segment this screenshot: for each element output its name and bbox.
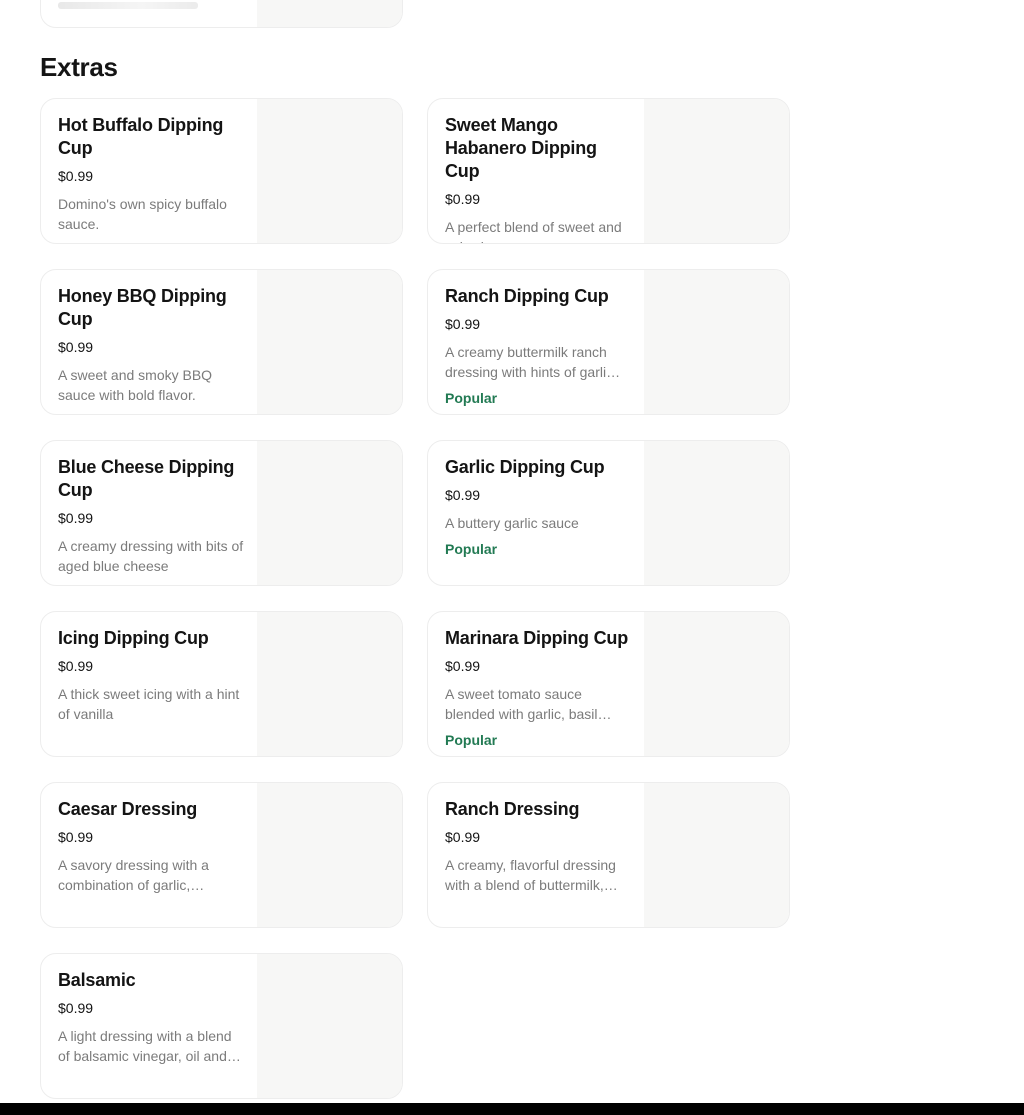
item-description: A savory dressing with a combination of …: [58, 855, 245, 895]
item-description: A creamy dressing with bits of aged blue…: [58, 536, 245, 576]
item-image-placeholder: [257, 0, 402, 27]
section-title: Extras: [40, 52, 790, 82]
menu-item-card[interactable]: Ranch Dressing $0.99 A creamy, flavorful…: [427, 782, 790, 928]
item-image-placeholder: [644, 612, 789, 756]
menu-item-card[interactable]: Garlic Dipping Cup $0.99 A buttery garli…: [427, 440, 790, 586]
item-text-area: Garlic Dipping Cup $0.99 A buttery garli…: [428, 441, 644, 585]
item-name: Honey BBQ Dipping Cup: [58, 285, 245, 331]
item-image-placeholder: [644, 441, 789, 585]
menu-item-card[interactable]: Caesar Dressing $0.99 A savory dressing …: [40, 782, 403, 928]
item-price: $0.99: [58, 828, 245, 846]
menu-item-card[interactable]: Ranch Dipping Cup $0.99 A creamy butterm…: [427, 269, 790, 415]
item-text-area: Ranch Dressing $0.99 A creamy, flavorful…: [428, 783, 644, 927]
item-image-placeholder: [644, 270, 789, 414]
footer-bar: [0, 1103, 1024, 1115]
menu-item-card[interactable]: Icing Dipping Cup $0.99 A thick sweet ic…: [40, 611, 403, 757]
menu-item-card[interactable]: Marinara Dipping Cup $0.99 A sweet tomat…: [427, 611, 790, 757]
item-name: Hot Buffalo Dipping Cup: [58, 114, 245, 160]
item-name: Caesar Dressing: [58, 798, 245, 821]
menu-item-card[interactable]: Honey BBQ Dipping Cup $0.99 A sweet and …: [40, 269, 403, 415]
item-price: $0.99: [58, 167, 245, 185]
item-text-area: Honey BBQ Dipping Cup $0.99 A sweet and …: [41, 270, 257, 414]
item-text-area: Caesar Dressing $0.99 A savory dressing …: [41, 783, 257, 927]
item-text-area: Sweet Mango Habanero Dipping Cup $0.99 A…: [428, 99, 644, 243]
item-text-area: Hot Buffalo Dipping Cup $0.99 Domino's o…: [41, 99, 257, 243]
item-name: Balsamic: [58, 969, 245, 992]
item-description: A buttery garlic sauce: [445, 513, 632, 533]
item-image-placeholder: [257, 441, 402, 585]
item-image-placeholder: [644, 783, 789, 927]
item-description: A creamy, flavorful dressing with a blen…: [445, 855, 632, 895]
item-image-placeholder: [257, 783, 402, 927]
menu-item-card[interactable]: Blue Cheese Dipping Cup $0.99 A creamy d…: [40, 440, 403, 586]
item-description: A sweet and smoky BBQ sauce with bold fl…: [58, 365, 245, 405]
clipped-previous-card[interactable]: [40, 0, 403, 28]
item-price: $0.99: [445, 657, 632, 675]
item-description: Domino's own spicy buffalo sauce.: [58, 194, 245, 234]
item-text-area: Balsamic $0.99 A light dressing with a b…: [41, 954, 257, 1098]
popular-badge: Popular: [445, 540, 632, 558]
menu-item-card[interactable]: [40, 0, 403, 28]
menu-items-grid: Hot Buffalo Dipping Cup $0.99 Domino's o…: [40, 98, 790, 1099]
item-description: A light dressing with a blend of balsami…: [58, 1026, 245, 1066]
item-image-placeholder: [257, 270, 402, 414]
item-description: A perfect blend of sweet and spicy in on…: [445, 217, 632, 244]
item-name: Blue Cheese Dipping Cup: [58, 456, 245, 502]
item-name: Garlic Dipping Cup: [445, 456, 632, 479]
item-text-area: Icing Dipping Cup $0.99 A thick sweet ic…: [41, 612, 257, 756]
item-text-area: Ranch Dipping Cup $0.99 A creamy butterm…: [428, 270, 644, 414]
item-image-placeholder: [257, 954, 402, 1098]
truncated-text-fragment: [58, 2, 198, 9]
item-price: $0.99: [58, 509, 245, 527]
item-name: Icing Dipping Cup: [58, 627, 245, 650]
item-price: $0.99: [58, 657, 245, 675]
menu-item-card[interactable]: Balsamic $0.99 A light dressing with a b…: [40, 953, 403, 1099]
item-image-placeholder: [257, 99, 402, 243]
item-name: Ranch Dressing: [445, 798, 632, 821]
item-name: Marinara Dipping Cup: [445, 627, 632, 650]
item-description: A creamy buttermilk ranch dressing with …: [445, 342, 632, 382]
popular-badge: Popular: [445, 389, 632, 407]
item-image-placeholder: [257, 612, 402, 756]
item-text-area: Marinara Dipping Cup $0.99 A sweet tomat…: [428, 612, 644, 756]
item-price: $0.99: [445, 190, 632, 208]
item-description: A sweet tomato sauce blended with garlic…: [445, 684, 632, 724]
item-price: $0.99: [445, 486, 632, 504]
item-text-area: [41, 0, 257, 27]
menu-section: Extras Hot Buffalo Dipping Cup $0.99 Dom…: [0, 0, 790, 1099]
item-description: A thick sweet icing with a hint of vanil…: [58, 684, 245, 724]
item-price: $0.99: [58, 338, 245, 356]
menu-item-card[interactable]: Sweet Mango Habanero Dipping Cup $0.99 A…: [427, 98, 790, 244]
item-text-area: Blue Cheese Dipping Cup $0.99 A creamy d…: [41, 441, 257, 585]
popular-badge: Popular: [445, 731, 632, 749]
item-image-placeholder: [644, 99, 789, 243]
item-price: $0.99: [445, 315, 632, 333]
item-name: Sweet Mango Habanero Dipping Cup: [445, 114, 632, 183]
item-price: $0.99: [445, 828, 632, 846]
item-price: $0.99: [58, 999, 245, 1017]
menu-item-card[interactable]: Hot Buffalo Dipping Cup $0.99 Domino's o…: [40, 98, 403, 244]
item-name: Ranch Dipping Cup: [445, 285, 632, 308]
